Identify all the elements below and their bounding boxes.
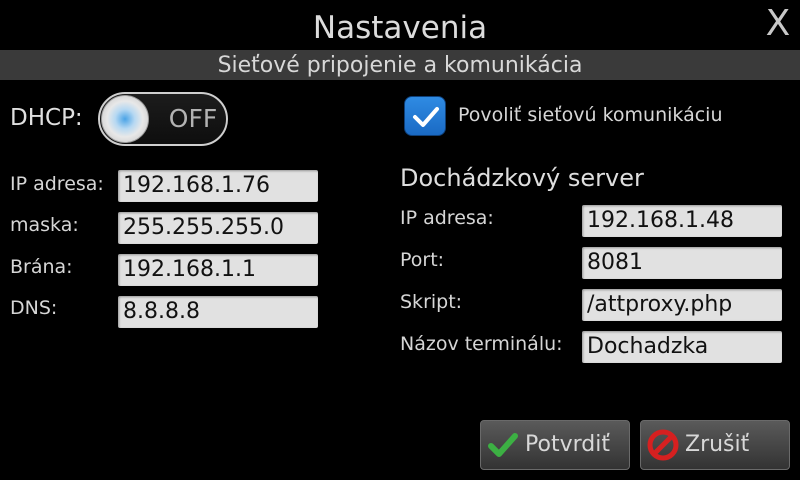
enable-communication-label: Povoliť sieťovú komunikáciu: [458, 104, 723, 126]
confirm-button[interactable]: Potvrdiť: [480, 420, 630, 470]
check-icon: [488, 433, 518, 457]
terminal-name-field[interactable]: Dochadzka: [582, 331, 782, 363]
terminal-name-label: Názov terminálu:: [400, 333, 563, 355]
dns-field[interactable]: 8.8.8.8: [118, 296, 318, 328]
ip-address-field[interactable]: 192.168.1.76: [118, 170, 318, 202]
server-port-label: Port:: [400, 249, 445, 271]
dhcp-toggle-state: OFF: [168, 104, 218, 133]
close-icon[interactable]: X: [762, 4, 794, 44]
page-title: Nastavenia: [312, 10, 488, 46]
gateway-label: Brána:: [10, 256, 73, 278]
subnet-mask-label: maska:: [10, 214, 79, 236]
script-field[interactable]: /attproxy.php: [582, 289, 782, 321]
no-entry-icon: [647, 429, 679, 461]
server-ip-field[interactable]: 192.168.1.48: [582, 205, 782, 237]
dhcp-label: DHCP:: [10, 105, 83, 131]
cancel-button-label: Zrušiť: [685, 432, 750, 457]
section-subtitle: Sieťové pripojenie a komunikácia: [217, 53, 583, 78]
subnet-mask-field[interactable]: 255.255.255.0: [118, 212, 318, 244]
settings-screen: Nastavenia X Sieťové pripojenie a komuni…: [0, 0, 800, 480]
server-port-field[interactable]: 8081: [582, 247, 782, 279]
server-ip-label: IP adresa:: [400, 207, 494, 229]
enable-communication-checkbox[interactable]: [404, 96, 446, 136]
confirm-button-label: Potvrdiť: [525, 432, 610, 457]
ip-address-label: IP adresa:: [10, 173, 104, 195]
script-label: Skript:: [400, 291, 463, 313]
dhcp-toggle[interactable]: OFF: [98, 92, 228, 146]
toggle-knob: [101, 95, 149, 143]
gateway-field[interactable]: 192.168.1.1: [118, 254, 318, 286]
attendance-server-title: Dochádzkový server: [400, 164, 644, 192]
dns-label: DNS:: [10, 297, 58, 319]
checkmark-icon: [413, 107, 439, 127]
section-subtitle-bar: Sieťové pripojenie a komunikácia: [0, 50, 800, 80]
cancel-button[interactable]: Zrušiť: [640, 420, 790, 470]
